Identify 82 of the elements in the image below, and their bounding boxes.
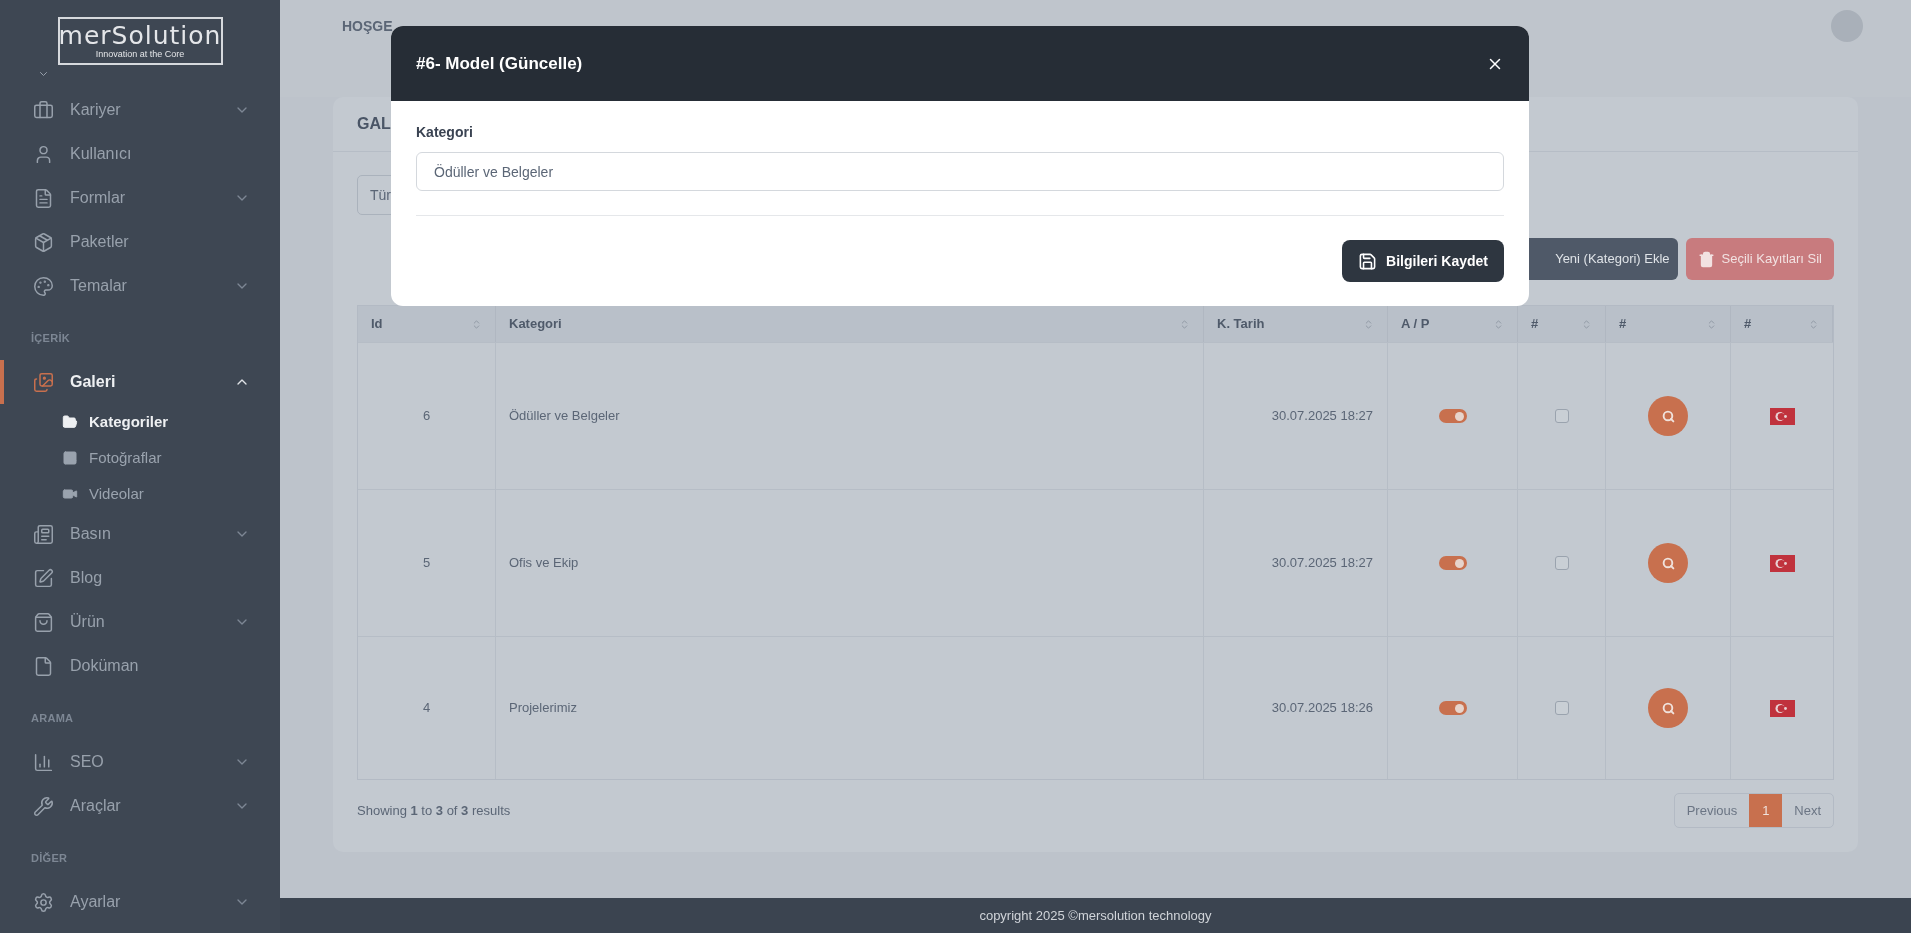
table-cell-text: Ofis ve Ekip <box>509 554 579 573</box>
sidebar-item[interactable]: Ürün <box>0 600 280 644</box>
table-cell-text: 30.07.2025 18:27 <box>1271 407 1373 426</box>
copyright: copyright 2025 ©mersolution technology <box>979 906 1212 925</box>
next-button[interactable]: Next <box>1782 794 1833 827</box>
sidebar-item[interactable]: Paketler <box>0 220 280 264</box>
sort-icon <box>1493 318 1504 330</box>
sidebar-item[interactable]: Blog <box>0 556 280 600</box>
search-button[interactable] <box>1648 688 1688 728</box>
gear-icon <box>33 891 54 913</box>
edit-icon <box>33 567 54 589</box>
column-header[interactable]: # <box>1518 306 1606 342</box>
search-button[interactable] <box>1648 543 1688 583</box>
results-summary: Showing 1 to 3 of 3 results <box>357 801 511 820</box>
flag-icon <box>1769 699 1795 717</box>
category-field[interactable]: Ödüller ve Belgeler <box>416 152 1504 191</box>
modal-title: #6- Model (Güncelle) <box>416 52 583 75</box>
newspaper-icon <box>33 523 54 545</box>
table-cell-text: 4 <box>422 699 431 718</box>
video-icon <box>62 486 78 502</box>
sidebar-item[interactable]: Kullanıcı <box>0 132 280 176</box>
sidebar-item[interactable]: Kariyer <box>0 88 280 132</box>
sidebar-item[interactable]: Araçlar <box>0 784 280 828</box>
logo: merSolution Innovation at the Core <box>57 17 223 65</box>
toggle-switch[interactable] <box>1438 409 1467 423</box>
sort-icon <box>1808 318 1819 330</box>
card-title: GAL <box>357 114 391 134</box>
wrench-icon <box>33 795 54 817</box>
previous-button[interactable]: Previous <box>1674 794 1750 827</box>
briefcase-icon <box>33 99 54 121</box>
save-button[interactable]: Bilgileri Kaydet <box>1342 240 1504 282</box>
search-icon <box>1661 556 1675 570</box>
page-button[interactable]: 1 <box>1749 794 1783 827</box>
package-icon <box>33 231 54 253</box>
section-heading: İÇERİK <box>31 330 70 346</box>
gallery-icon <box>33 371 54 393</box>
sort-icon <box>1363 318 1374 330</box>
sidebar-item[interactable]: Formlar <box>0 176 280 220</box>
palette-icon <box>33 275 54 297</box>
search-icon <box>1661 701 1675 715</box>
field-label: Kategori <box>416 123 474 142</box>
submenu-item[interactable]: Fotoğraflar <box>0 440 280 476</box>
table-cell-text: 30.07.2025 18:26 <box>1271 699 1373 718</box>
bar-chart-icon <box>33 751 54 773</box>
sidebar-item[interactable]: Basın <box>0 512 280 556</box>
sort-icon <box>471 318 482 330</box>
sidebar-item[interactable]: Galeri <box>0 360 280 404</box>
toggle-switch[interactable] <box>1438 701 1467 715</box>
table-cell-text: Ödüller ve Belgeler <box>509 407 620 426</box>
sort-icon <box>1179 318 1190 330</box>
column-header[interactable]: # <box>1731 306 1833 342</box>
search-icon <box>1661 409 1675 423</box>
save-icon <box>1358 251 1378 271</box>
row-checkbox[interactable] <box>1554 701 1569 715</box>
table-cell-text: 6 <box>422 407 431 426</box>
row-checkbox[interactable] <box>1554 556 1569 570</box>
sidebar-item[interactable]: Ayarlar <box>0 880 280 924</box>
folder-icon <box>62 414 78 430</box>
submenu-item[interactable]: Videolar <box>0 476 280 512</box>
sidebar-item[interactable]: Temalar <box>0 264 280 308</box>
sort-icon <box>1706 318 1717 330</box>
delete-button[interactable]: Seçili Kayıtları Sil <box>1685 238 1834 280</box>
table-cell-text: Projelerimiz <box>509 699 577 718</box>
sort-icon <box>1581 318 1592 330</box>
flag-icon <box>1769 407 1795 425</box>
column-header[interactable]: # <box>1606 306 1731 342</box>
section-heading: DİĞER <box>31 850 68 866</box>
section-heading: ARAMA <box>31 710 74 726</box>
document-icon <box>33 655 54 677</box>
search-button[interactable] <box>1648 396 1688 436</box>
toggle-switch[interactable] <box>1438 556 1467 570</box>
flag-icon <box>1769 554 1795 572</box>
trash-icon <box>1697 250 1715 268</box>
bag-icon <box>33 611 54 633</box>
sidebar-item[interactable]: SEO <box>0 740 280 784</box>
table-cell-text: 5 <box>422 554 431 573</box>
form-icon <box>33 187 54 209</box>
row-checkbox[interactable] <box>1554 409 1569 423</box>
table-cell-text: 30.07.2025 18:27 <box>1271 554 1373 573</box>
sidebar-item[interactable]: Doküman <box>0 644 280 688</box>
greeting: HOŞGE <box>342 16 393 36</box>
submenu-item[interactable]: Kategoriler <box>0 404 280 440</box>
